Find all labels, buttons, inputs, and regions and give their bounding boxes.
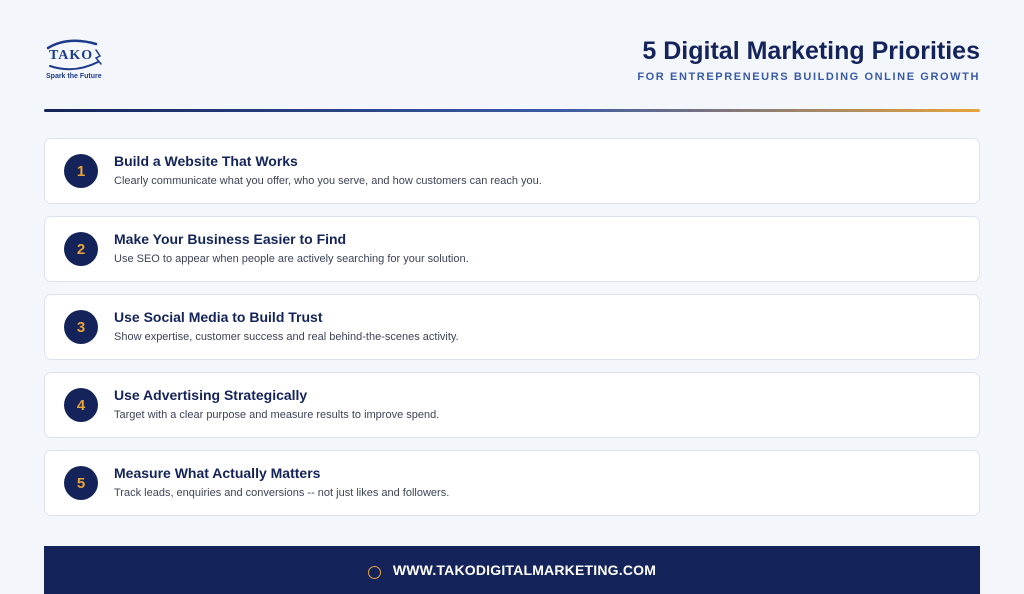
- priority-card: 2 Make Your Business Easier to Find Use …: [44, 216, 980, 282]
- priority-list: 1 Build a Website That Works Clearly com…: [44, 138, 980, 528]
- priority-number-badge: 5: [64, 466, 98, 500]
- header-divider: [44, 109, 980, 112]
- priority-description: Use SEO to appear when people are active…: [114, 253, 469, 265]
- website-link[interactable]: WWW.TAKODIGITALMARKETING.COM: [393, 562, 656, 578]
- logo-name: TAKO: [49, 48, 94, 63]
- priority-number-badge: 2: [64, 232, 98, 266]
- priority-number-badge: 1: [64, 154, 98, 188]
- page-title: 5 Digital Marketing Priorities: [642, 37, 980, 65]
- priority-title: Measure What Actually Matters: [114, 465, 321, 481]
- logo-tagline: Spark the Future: [46, 73, 102, 80]
- priority-description: Clearly communicate what you offer, who …: [114, 175, 542, 187]
- infographic-page: TAKO Spark the Future 5 Digital Marketin…: [0, 0, 1024, 594]
- priority-description: Track leads, enquiries and conversions -…: [114, 487, 450, 499]
- priority-card: 3 Use Social Media to Build Trust Show e…: [44, 294, 980, 360]
- priority-card: 1 Build a Website That Works Clearly com…: [44, 138, 980, 204]
- priority-title: Make Your Business Easier to Find: [114, 231, 347, 247]
- footer-banner: WWW.TAKODIGITALMARKETING.COM: [44, 546, 980, 594]
- priority-title: Build a Website That Works: [114, 153, 298, 169]
- page-subtitle: FOR ENTREPRENEURS BUILDING ONLINE GROWTH: [637, 71, 980, 83]
- priority-card: 4 Use Advertising Strategically Target w…: [44, 372, 980, 438]
- priority-description: Show expertise, customer success and rea…: [114, 331, 459, 343]
- priority-number-badge: 4: [64, 388, 98, 422]
- priority-title: Use Social Media to Build Trust: [114, 309, 323, 325]
- globe-icon: [367, 565, 381, 579]
- priority-number-badge: 3: [64, 310, 98, 344]
- priority-description: Target with a clear purpose and measure …: [114, 409, 440, 421]
- priority-title: Use Advertising Strategically: [114, 387, 308, 403]
- brand-logo: TAKO Spark the Future: [44, 36, 108, 86]
- priority-card: 5 Measure What Actually Matters Track le…: [44, 450, 980, 516]
